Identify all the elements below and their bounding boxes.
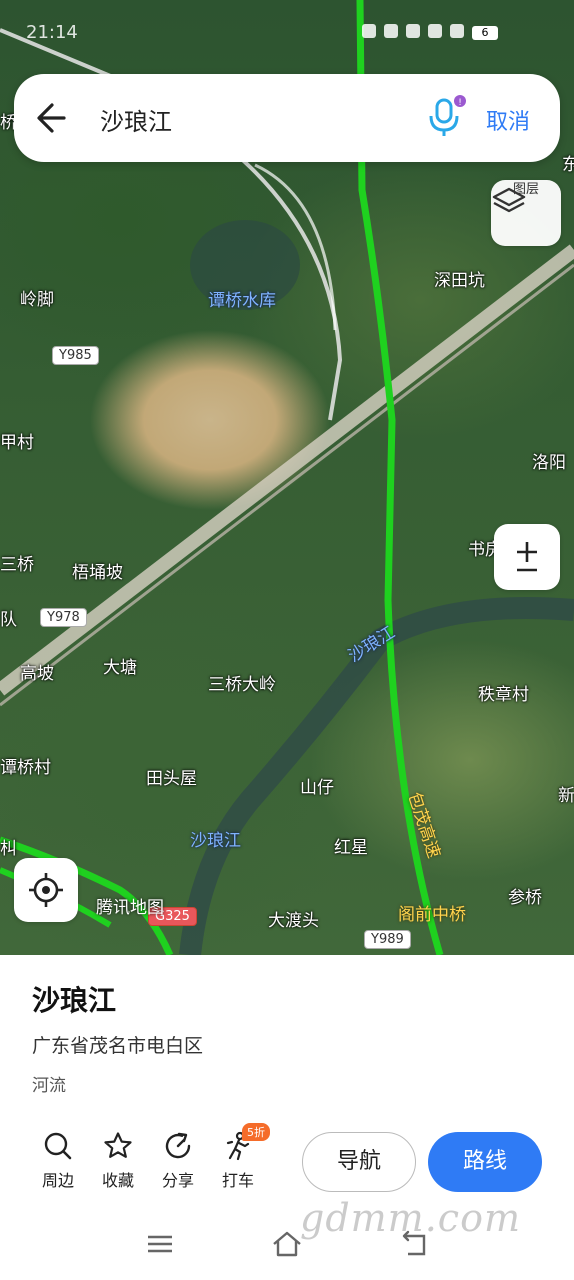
search-icon bbox=[44, 1132, 72, 1160]
map-label-place: 大塘 bbox=[103, 658, 137, 678]
alarm-icon bbox=[362, 24, 376, 38]
home-icon[interactable] bbox=[271, 1230, 303, 1262]
map-label-place: 岭脚 bbox=[20, 290, 54, 310]
svg-text:!: ! bbox=[458, 98, 462, 108]
map-label-place: 红星 bbox=[334, 838, 368, 858]
search-bar[interactable]: 沙琅江 ! 取消 bbox=[14, 74, 560, 162]
microphone-icon[interactable]: ! bbox=[422, 94, 468, 140]
share-icon bbox=[165, 1132, 191, 1159]
wifi-icon bbox=[450, 24, 464, 38]
layers-icon bbox=[492, 187, 526, 213]
locate-me-button[interactable] bbox=[14, 858, 78, 922]
zoom-in-button[interactable] bbox=[494, 524, 560, 590]
back-arrow-icon[interactable] bbox=[32, 98, 72, 138]
signal-icon bbox=[428, 24, 442, 38]
map-label-river: 沙琅江 bbox=[190, 831, 241, 851]
status-bar: 21:14 6 bbox=[0, 0, 574, 60]
map-label-bridge: 阁前中桥 bbox=[398, 905, 466, 925]
map-label-place: 三桥大岭 bbox=[208, 675, 276, 695]
cancel-button[interactable]: 取消 bbox=[486, 104, 530, 136]
action-label: 分享 bbox=[161, 1171, 194, 1190]
map-label-place: 大渡头 bbox=[268, 911, 319, 931]
map-label-place: 三桥 bbox=[0, 555, 34, 575]
road-shield: Y989 bbox=[364, 930, 411, 949]
plus-minus-icon bbox=[517, 542, 537, 572]
search-query-text[interactable]: 沙琅江 bbox=[100, 102, 172, 137]
map-label-reservoir: 谭桥水库 bbox=[208, 291, 276, 311]
back-icon[interactable] bbox=[400, 1230, 430, 1262]
map-label-place: 梧埇坡 bbox=[72, 563, 123, 583]
map-label-place: 队 bbox=[0, 610, 17, 630]
map-label-place: 山仔 bbox=[300, 778, 334, 798]
system-nav-bar bbox=[0, 1222, 574, 1280]
route-button[interactable]: 路线 bbox=[428, 1132, 542, 1192]
map-view[interactable]: 21:14 6 谭桥水库 岭脚 深田坑 洛阳 甲村 梧埇坡 书房 三桥 高坡 大… bbox=[0, 0, 574, 955]
status-icons bbox=[362, 24, 464, 38]
battery-indicator: 6 bbox=[472, 26, 498, 40]
map-label-place: 东 bbox=[562, 155, 574, 175]
map-label-place: 新 bbox=[558, 786, 574, 806]
map-label-place: 深田坑 bbox=[434, 271, 485, 291]
map-label-place: 秩章村 bbox=[478, 685, 529, 705]
map-label-place: 高坡 bbox=[20, 664, 54, 684]
place-title: 沙琅江 bbox=[32, 984, 117, 1017]
map-label-place: 朻 bbox=[0, 839, 17, 859]
action-label: 周边 bbox=[41, 1171, 74, 1190]
nearby-button[interactable]: 周边 bbox=[32, 1131, 84, 1191]
map-label-place: 参桥 bbox=[508, 888, 542, 908]
road-shield: Y978 bbox=[40, 608, 87, 627]
status-time: 21:14 bbox=[26, 22, 78, 43]
map-label-place: 田头屋 bbox=[146, 769, 197, 789]
map-label-place: 洛阳 bbox=[532, 453, 566, 473]
star-icon bbox=[104, 1132, 132, 1158]
place-category: 河流 bbox=[32, 1076, 66, 1096]
navigate-button[interactable]: 导航 bbox=[302, 1132, 416, 1192]
map-label-place: 甲村 bbox=[0, 433, 34, 453]
favorite-button[interactable]: 收藏 bbox=[92, 1131, 144, 1191]
location-icon bbox=[384, 24, 398, 38]
menu-icon[interactable] bbox=[146, 1230, 174, 1262]
action-label: 打车 bbox=[221, 1171, 254, 1190]
crosshair-icon bbox=[29, 873, 63, 907]
layers-button[interactable]: 图层 bbox=[491, 180, 561, 246]
place-address: 广东省茂名市电白区 bbox=[32, 1035, 204, 1057]
discount-badge: 5折 bbox=[242, 1123, 270, 1141]
share-button[interactable]: 分享 bbox=[152, 1131, 204, 1191]
road-shield: Y985 bbox=[52, 346, 99, 365]
map-label-place: 谭桥村 bbox=[0, 758, 51, 778]
map-provider-watermark: 腾讯地图 bbox=[96, 898, 164, 918]
action-label: 收藏 bbox=[101, 1171, 134, 1190]
hd-icon bbox=[406, 24, 420, 38]
